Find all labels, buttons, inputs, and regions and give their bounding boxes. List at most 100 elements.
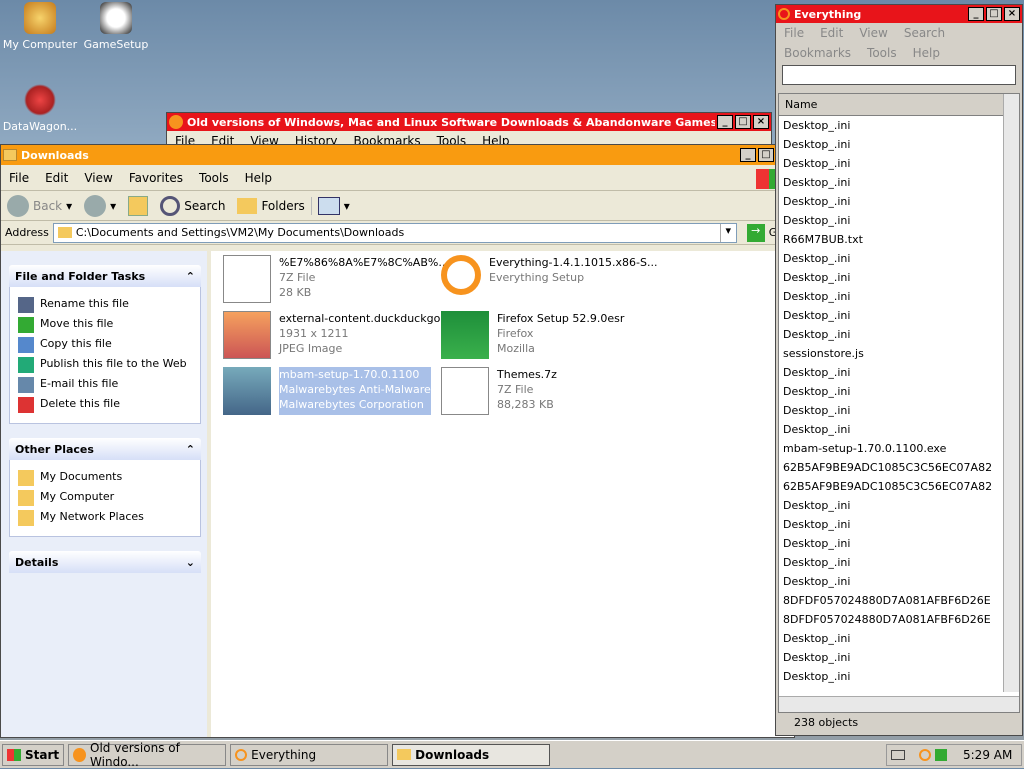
- file-item[interactable]: Everything-1.4.1.1015.x86-S... Everything…: [441, 255, 657, 295]
- menu-item-3[interactable]: Favorites: [121, 171, 191, 185]
- keyboard-icon[interactable]: [891, 749, 905, 760]
- search-button[interactable]: Search: [154, 195, 231, 216]
- result-row[interactable]: Desktop_.ini: [779, 268, 1019, 287]
- result-row[interactable]: Desktop_.ini: [779, 401, 1019, 420]
- desktop-icon-my-computer[interactable]: My Computer: [0, 2, 80, 51]
- minimize-button[interactable]: _: [968, 7, 984, 21]
- maximize-button[interactable]: □: [735, 115, 751, 129]
- file-item[interactable]: Firefox Setup 52.9.0esr Firefox Mozilla: [441, 311, 656, 359]
- back-button[interactable]: Back ▾: [1, 194, 78, 217]
- desktop-icon-datawagon[interactable]: DataWagon...: [0, 84, 80, 133]
- result-row[interactable]: Desktop_.ini: [779, 515, 1019, 534]
- address-field[interactable]: C:\Documents and Settings\VM2\My Documen…: [52, 222, 737, 243]
- collapse-icon[interactable]: ⌃: [186, 443, 195, 456]
- up-folder-button[interactable]: [122, 195, 154, 216]
- result-row[interactable]: Desktop_.ini: [779, 553, 1019, 572]
- result-row[interactable]: Desktop_.ini: [779, 382, 1019, 401]
- place-link-2[interactable]: My Network Places: [18, 510, 192, 526]
- taskbar-item-downloads[interactable]: Downloads: [392, 743, 551, 766]
- result-row[interactable]: mbam-setup-1.70.0.1100.exe: [779, 439, 1019, 458]
- result-row[interactable]: Desktop_.ini: [779, 192, 1019, 211]
- result-row[interactable]: R66M7BUB.txt: [779, 230, 1019, 249]
- everything-menu-item-0[interactable]: Bookmarks: [776, 46, 859, 60]
- file-item[interactable]: %E7%86%8A%E7%8C%AB%... 7Z File 28 KB: [223, 255, 449, 303]
- result-row[interactable]: 8DFDF057024880D7A081AFBF6D26E: [779, 610, 1019, 629]
- everything-window[interactable]: Everything _ □ × File Edit View Search Book…: [775, 4, 1023, 736]
- task-link-0[interactable]: Rename this file: [18, 297, 192, 313]
- taskbar-item-everything[interactable]: Everything: [230, 743, 389, 766]
- result-row[interactable]: Desktop_.ini: [779, 249, 1019, 268]
- address-dropdown[interactable]: ▾: [719, 223, 736, 242]
- minimize-button[interactable]: _: [717, 115, 733, 129]
- tasks-header[interactable]: File and Folder Tasks ⌃: [9, 265, 201, 287]
- menu-item-4[interactable]: Tools: [191, 171, 237, 185]
- desktop-icon-gamesetup[interactable]: GameSetup: [76, 2, 156, 51]
- everything-menu-item-1[interactable]: Tools: [859, 46, 905, 60]
- result-row[interactable]: Desktop_.ini: [779, 534, 1019, 553]
- explorer-window[interactable]: Downloads _ □ × FileEditViewFavoritesToo…: [0, 144, 795, 738]
- menu-item-2[interactable]: View: [76, 171, 120, 185]
- start-button[interactable]: Start: [2, 743, 65, 766]
- file-item[interactable]: Themes.7z 7Z File 88,283 KB: [441, 367, 656, 415]
- everything-menu-item-0[interactable]: File: [776, 26, 812, 40]
- details-header[interactable]: Details ⌄: [9, 551, 201, 573]
- horizontal-scrollbar[interactable]: [779, 696, 1019, 712]
- close-button[interactable]: ×: [1004, 7, 1020, 21]
- result-row[interactable]: Desktop_.ini: [779, 572, 1019, 591]
- task-link-4[interactable]: E-mail this file: [18, 377, 192, 393]
- places-header[interactable]: Other Places ⌃: [9, 438, 201, 460]
- result-row[interactable]: Desktop_.ini: [779, 420, 1019, 439]
- maximize-button[interactable]: □: [986, 7, 1002, 21]
- views-button[interactable]: ▾: [310, 196, 356, 215]
- result-row[interactable]: Desktop_.ini: [779, 135, 1019, 154]
- everything-menu-item-1[interactable]: Edit: [812, 26, 851, 40]
- oldver-titlebar[interactable]: Old versions of Windows, Mac and Linux S…: [167, 113, 771, 131]
- forward-button[interactable]: ▾: [78, 194, 122, 217]
- minimize-button[interactable]: _: [740, 148, 756, 162]
- result-row[interactable]: sessionstore.js: [779, 344, 1019, 363]
- result-row[interactable]: Desktop_.ini: [779, 154, 1019, 173]
- result-row[interactable]: Desktop_.ini: [779, 306, 1019, 325]
- everything-search-input[interactable]: [782, 65, 1016, 85]
- everything-titlebar[interactable]: Everything _ □ ×: [776, 5, 1022, 23]
- result-row[interactable]: 62B5AF9BE9ADC1085C3C56EC07A82: [779, 458, 1019, 477]
- result-row[interactable]: 62B5AF9BE9ADC1085C3C56EC07A82: [779, 477, 1019, 496]
- place-link-1[interactable]: My Computer: [18, 490, 192, 506]
- menu-item-1[interactable]: Edit: [37, 171, 76, 185]
- result-row[interactable]: 8DFDF057024880D7A081AFBF6D26E: [779, 591, 1019, 610]
- vertical-scrollbar[interactable]: [1003, 94, 1019, 692]
- menu-item-5[interactable]: Help: [237, 171, 280, 185]
- explorer-titlebar[interactable]: Downloads _ □ ×: [1, 145, 794, 165]
- explorer-toolbar: Back ▾ ▾ Search Folders ▾: [1, 191, 794, 221]
- place-link-0[interactable]: My Documents: [18, 470, 192, 486]
- name-column-header[interactable]: Name: [779, 94, 1019, 116]
- result-row[interactable]: Desktop_.ini: [779, 325, 1019, 344]
- result-row[interactable]: Desktop_.ini: [779, 648, 1019, 667]
- task-link-2[interactable]: Copy this file: [18, 337, 192, 353]
- result-row[interactable]: Desktop_.ini: [779, 173, 1019, 192]
- network-icon[interactable]: [935, 748, 947, 761]
- everything-menu-item-3[interactable]: Search: [896, 26, 953, 40]
- close-button[interactable]: ×: [753, 115, 769, 129]
- everything-menu-item-2[interactable]: View: [851, 26, 895, 40]
- expand-icon[interactable]: ⌄: [186, 556, 195, 569]
- result-row[interactable]: Desktop_.ini: [779, 116, 1019, 135]
- result-row[interactable]: Desktop_.ini: [779, 629, 1019, 648]
- task-link-5[interactable]: Delete this file: [18, 397, 192, 413]
- result-row[interactable]: Desktop_.ini: [779, 363, 1019, 382]
- menu-item-0[interactable]: File: [1, 171, 37, 185]
- result-row[interactable]: Desktop_.ini: [779, 496, 1019, 515]
- collapse-icon[interactable]: ⌃: [186, 270, 195, 283]
- file-item-selected[interactable]: mbam-setup-1.70.0.1100 Malwarebytes Anti-…: [223, 367, 438, 415]
- taskbar-item-oldver[interactable]: Old versions of Windo...: [68, 741, 227, 769]
- everything-menu-item-2[interactable]: Help: [905, 46, 948, 60]
- result-row[interactable]: Desktop_.ini: [779, 667, 1019, 686]
- result-row[interactable]: Desktop_.ini: [779, 211, 1019, 230]
- file-item[interactable]: external-content.duckduckgo... 1931 x 121…: [223, 311, 451, 359]
- maximize-button[interactable]: □: [758, 148, 774, 162]
- everything-tray-icon[interactable]: [919, 748, 931, 761]
- task-link-1[interactable]: Move this file: [18, 317, 192, 333]
- folders-button[interactable]: Folders: [231, 197, 310, 214]
- task-link-3[interactable]: Publish this file to the Web: [18, 357, 192, 373]
- result-row[interactable]: Desktop_.ini: [779, 287, 1019, 306]
